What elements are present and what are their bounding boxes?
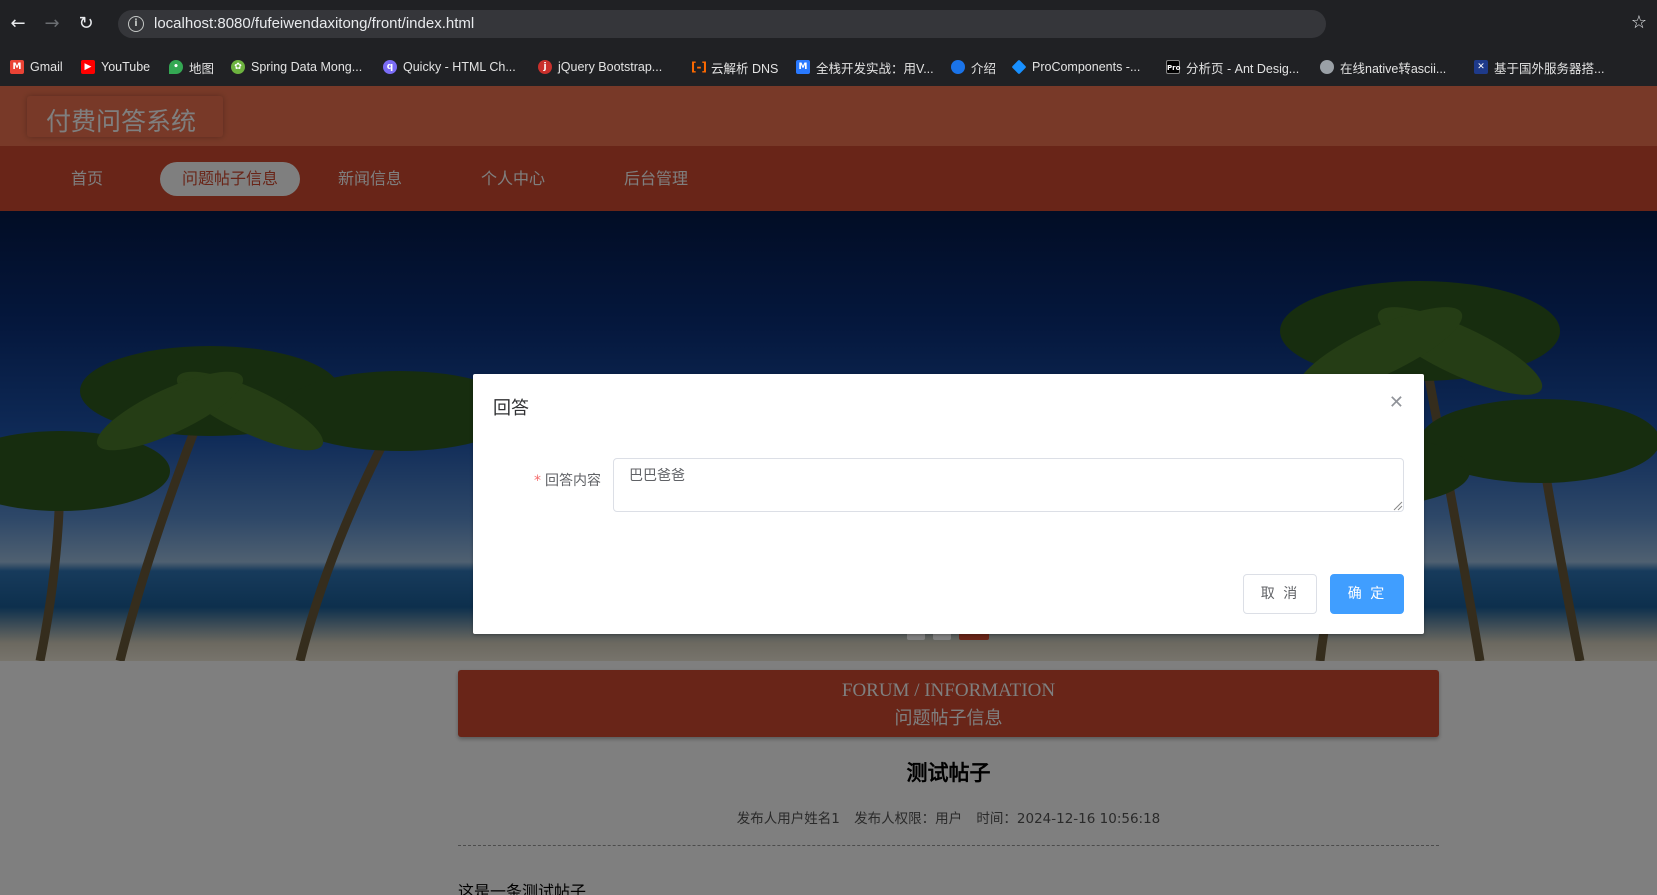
close-icon[interactable]: ✕ [1389, 392, 1404, 413]
forward-icon[interactable]: → [40, 12, 64, 36]
bookmarks-bar: M Gmail ▶ YouTube • 地图 ✿ Spring Data Mong...… [0, 47, 1657, 86]
youtube-icon: ▶ [81, 60, 95, 74]
bookmark-intro[interactable]: 介绍 [951, 58, 996, 76]
confirm-button[interactable]: 确 定 [1330, 574, 1404, 614]
procomponents-icon [1011, 59, 1027, 75]
bookmark-procomponents[interactable]: ProComponents -... [1011, 58, 1140, 76]
answer-dialog: 回答 ✕ * 回答内容 巴巴爸爸 取 消 确 定 [473, 374, 1424, 634]
bookmark-jquery[interactable]: j jQuery Bootstrap... [538, 58, 662, 76]
pro-icon: Pro [1166, 60, 1180, 74]
required-marker: * [534, 473, 541, 489]
maps-icon: • [169, 60, 183, 74]
bookmark-aliyun[interactable]: [-] 云解析 DNS [691, 58, 778, 76]
bookmark-quicky[interactable]: q Quicky - HTML Ch... [383, 58, 516, 76]
dialog-title: 回答 [493, 398, 529, 419]
reload-icon[interactable]: ↻ [74, 12, 98, 36]
spring-icon: ✿ [231, 60, 245, 74]
bookmark-fullstack[interactable]: M 全栈开发实战：用V... [796, 58, 934, 76]
aliyun-icon: [-] [691, 60, 707, 74]
resize-grip-icon[interactable] [1393, 501, 1403, 511]
back-icon[interactable]: ← [6, 12, 30, 36]
cancel-button[interactable]: 取 消 [1243, 574, 1317, 614]
bookmark-maps[interactable]: • 地图 [169, 58, 214, 76]
site-info-icon[interactable]: i [128, 16, 144, 32]
bookmark-gmail[interactable]: M Gmail [10, 58, 63, 76]
m-icon: M [796, 60, 810, 74]
quicky-icon: q [383, 60, 397, 74]
globe-blue-icon [951, 60, 965, 74]
flag-icon: ✕ [1474, 60, 1488, 74]
globe-icon [1320, 60, 1334, 74]
bookmark-native-ascii[interactable]: 在线native转ascii... [1320, 58, 1446, 76]
url-text[interactable]: localhost:8080/fufeiwendaxitong/front/in… [154, 15, 474, 32]
gmail-icon: M [10, 60, 24, 74]
bookmark-youtube[interactable]: ▶ YouTube [81, 58, 150, 76]
bookmark-star-icon[interactable]: ☆ [1631, 12, 1647, 33]
bookmark-spring[interactable]: ✿ Spring Data Mong... [231, 58, 362, 76]
answer-content-textarea[interactable]: 巴巴爸爸 [613, 458, 1404, 512]
browser-toolbar: ← → ↻ i localhost:8080/fufeiwendaxitong/… [0, 0, 1657, 47]
bookmark-antdesign[interactable]: Pro 分析页 - Ant Desig... [1166, 58, 1299, 76]
jquery-icon: j [538, 60, 552, 74]
address-bar[interactable]: i localhost:8080/fufeiwendaxitong/front/… [118, 10, 1326, 38]
answer-content-label-text: 回答内容 [545, 473, 601, 489]
bookmark-server[interactable]: ✕ 基于国外服务器搭... [1474, 58, 1604, 76]
answer-content-label: * 回答内容 [533, 470, 601, 490]
